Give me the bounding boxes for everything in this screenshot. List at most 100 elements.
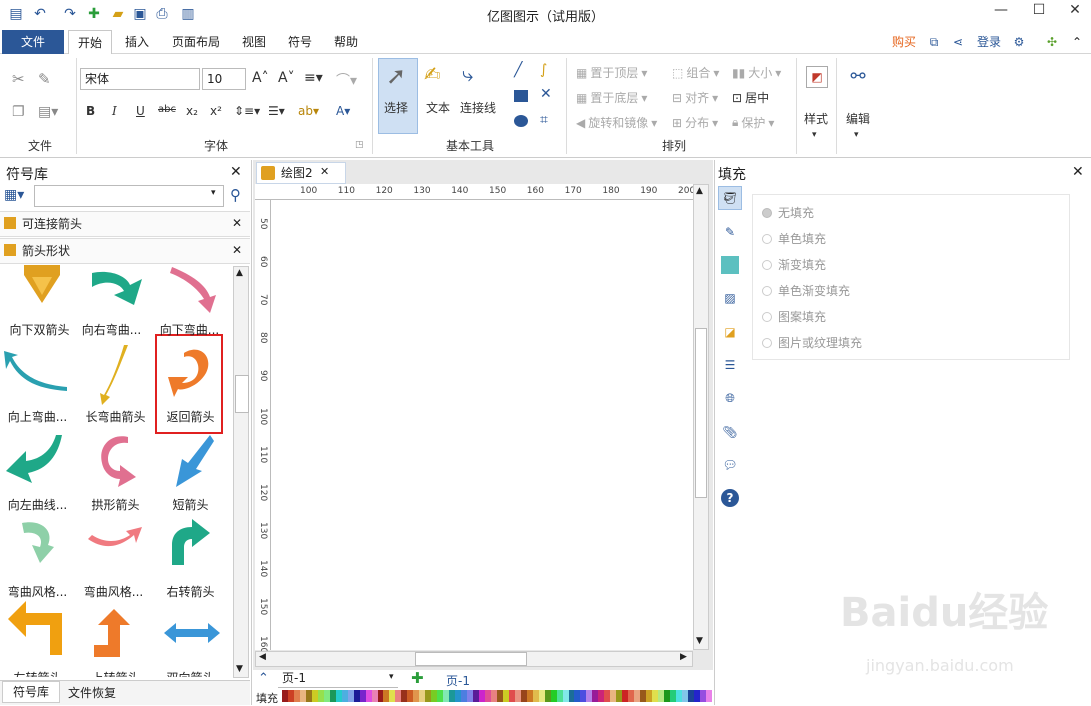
bring-to-front-button[interactable]: ▦ 置于顶层 ▾ [576, 64, 647, 81]
text-direction-icon[interactable]: ⌒▾ [336, 70, 357, 90]
shape-label[interactable]: 向下双箭头 [2, 321, 77, 338]
fill-option-single-gradient[interactable]: 单色渐变填充 [762, 282, 850, 299]
drawing-page[interactable] [271, 200, 693, 650]
ellipse-tool-icon[interactable] [514, 115, 528, 127]
scroll-up-icon[interactable]: ▲ [696, 186, 703, 196]
center-button[interactable]: ⊡ 居中 [732, 89, 769, 106]
shape-label[interactable]: 向右弯曲... [74, 321, 149, 338]
tab-start[interactable]: 开始 [68, 30, 112, 55]
close-section-icon[interactable]: ✕ [232, 243, 242, 257]
rectangle-tool-icon[interactable] [514, 90, 528, 102]
scroll-down-icon[interactable]: ▼ [696, 636, 703, 646]
maximize-button[interactable]: ☐ [1024, 2, 1054, 24]
font-name-select[interactable]: 宋体 [80, 68, 200, 90]
hyperlink-icon[interactable]: 🌐︎ [718, 386, 742, 410]
tab-view[interactable]: 视图 [234, 30, 274, 54]
tab-symbol[interactable]: 符号 [280, 30, 320, 54]
paste-icon[interactable]: ▤▾ [38, 104, 58, 120]
close-library-icon[interactable]: ✕ [230, 164, 242, 180]
shape-label[interactable]: 双向箭头 [153, 669, 228, 677]
rotate-mirror-button[interactable]: ◀ 旋转和镜像 ▾ [576, 114, 657, 131]
style-button[interactable]: 样式 [804, 110, 828, 127]
text-align-icon[interactable]: ≡▾ [304, 70, 323, 86]
library-menu-icon[interactable]: ▦▾ [4, 187, 24, 203]
fill-option-picture-texture[interactable]: 图片或纹理填充 [762, 334, 862, 351]
tab-help[interactable]: 帮助 [326, 30, 366, 54]
login-link[interactable]: 登录 [972, 30, 1006, 54]
fill-option-gradient[interactable]: 渐变填充 [762, 256, 826, 273]
edit-button[interactable]: 编辑 [846, 110, 870, 127]
cut-icon[interactable]: ✂ [12, 70, 25, 88]
line-spacing-icon[interactable]: ⇕≡▾ [234, 104, 260, 118]
share-icon[interactable]: ⋖ [950, 30, 966, 54]
shape-label[interactable]: 返回箭头 [153, 408, 228, 425]
italic-icon[interactable]: I [112, 104, 117, 118]
shape-label[interactable]: 拱形箭头 [78, 496, 153, 513]
color-palette[interactable] [282, 690, 712, 702]
share-window-icon[interactable]: ⧉ [926, 30, 942, 54]
bullets-icon[interactable]: ☰▾ [268, 104, 285, 118]
canvas-vscroll-thumb[interactable] [695, 328, 707, 498]
shape-label[interactable]: 短箭头 [153, 496, 228, 513]
fill-option-none[interactable]: 无填充 [762, 204, 814, 221]
shape-label[interactable]: 长弯曲箭头 [78, 408, 153, 425]
group-button[interactable]: ⬚ 组合 ▾ [672, 64, 719, 81]
close-tab-icon[interactable]: ✕ [320, 165, 329, 178]
protect-button[interactable]: 🔒︎ 保护 ▾ [732, 114, 774, 131]
cross-tool-icon[interactable]: ✕ [540, 86, 552, 102]
library-section-arrow-shapes[interactable]: 箭头形状 [0, 238, 250, 264]
scroll-up-icon[interactable]: ▲ [236, 268, 243, 278]
color-swatch[interactable] [705, 690, 712, 702]
help-icon[interactable]: ? [718, 486, 742, 510]
text-tool-label[interactable]: 文本 [426, 99, 450, 116]
shrink-font-icon[interactable]: A˅ [278, 70, 295, 86]
subscript-icon[interactable]: x₂ [186, 104, 198, 118]
size-button[interactable]: ▮▮ 大小 ▾ [732, 64, 781, 81]
font-dialog-launcher-icon[interactable]: ◳ [355, 140, 364, 150]
library-scroll-thumb[interactable] [235, 375, 249, 413]
collapse-ribbon-icon[interactable]: ⌃ [1068, 30, 1086, 54]
apps-icon[interactable]: ✣ [1042, 30, 1062, 54]
comment-icon[interactable]: 💬︎ [718, 453, 742, 477]
library-search-input[interactable] [34, 185, 224, 207]
superscript-icon[interactable]: x² [210, 104, 222, 118]
tab-file-recovery[interactable]: 文件恢复 [68, 684, 116, 701]
shape-label[interactable]: 左转箭头 [0, 669, 75, 677]
curve-tool-icon[interactable]: ∫ [540, 62, 547, 78]
page-properties-icon[interactable]: ☰ [718, 353, 742, 377]
search-dropdown-icon[interactable]: ▾ [211, 188, 216, 198]
format-painter-icon[interactable]: ✎ [38, 70, 51, 88]
close-window-button[interactable]: ✕ [1060, 2, 1090, 24]
edit-dropdown-icon[interactable]: ▾ [854, 130, 859, 140]
line-style-icon[interactable]: ✎ [718, 220, 742, 244]
image-icon[interactable]: ▨ [718, 286, 742, 310]
strikethrough-icon[interactable]: abc [158, 104, 176, 115]
send-to-back-button[interactable]: ▦ 置于底层 ▾ [576, 89, 647, 106]
shape-label[interactable]: 弯曲风格... [76, 583, 151, 600]
layers-icon[interactable]: ◪ [718, 320, 742, 344]
page-list-up-icon[interactable]: ⌃ [258, 671, 269, 686]
crop-tool-icon[interactable]: ⌗ [540, 112, 548, 128]
shape-label[interactable]: 右转箭头 [153, 583, 228, 600]
align-button[interactable]: ⊟ 对齐 ▾ [672, 89, 718, 106]
text-tool-icon[interactable]: ✍ [424, 62, 441, 86]
line-tool-icon[interactable]: ╱ [514, 62, 522, 78]
page-selector[interactable]: 页-1 [278, 670, 398, 688]
scroll-down-icon[interactable]: ▼ [236, 664, 243, 674]
tab-insert[interactable]: 插入 [116, 30, 158, 54]
library-scrollbar[interactable] [233, 266, 249, 678]
attachment-icon[interactable]: 📎︎ [718, 420, 742, 444]
copy-icon[interactable]: ❐ [12, 104, 25, 120]
scroll-left-icon[interactable]: ◀ [259, 652, 266, 662]
settings-icon[interactable]: ⚙ [1010, 30, 1028, 54]
binoculars-icon[interactable]: ⚯ [846, 64, 870, 88]
shadow-icon[interactable] [718, 253, 742, 277]
style-icon[interactable]: ◩ [806, 66, 828, 88]
tab-symbol-library[interactable]: 符号库 [2, 681, 60, 703]
grow-font-icon[interactable]: A˄ [252, 70, 269, 86]
shape-label[interactable]: 向下弯曲... [152, 321, 227, 338]
close-section-icon[interactable]: ✕ [232, 216, 242, 230]
scroll-right-icon[interactable]: ▶ [680, 652, 687, 662]
shape-label[interactable]: 向左曲线... [0, 496, 75, 513]
minimize-button[interactable]: — [986, 2, 1016, 24]
